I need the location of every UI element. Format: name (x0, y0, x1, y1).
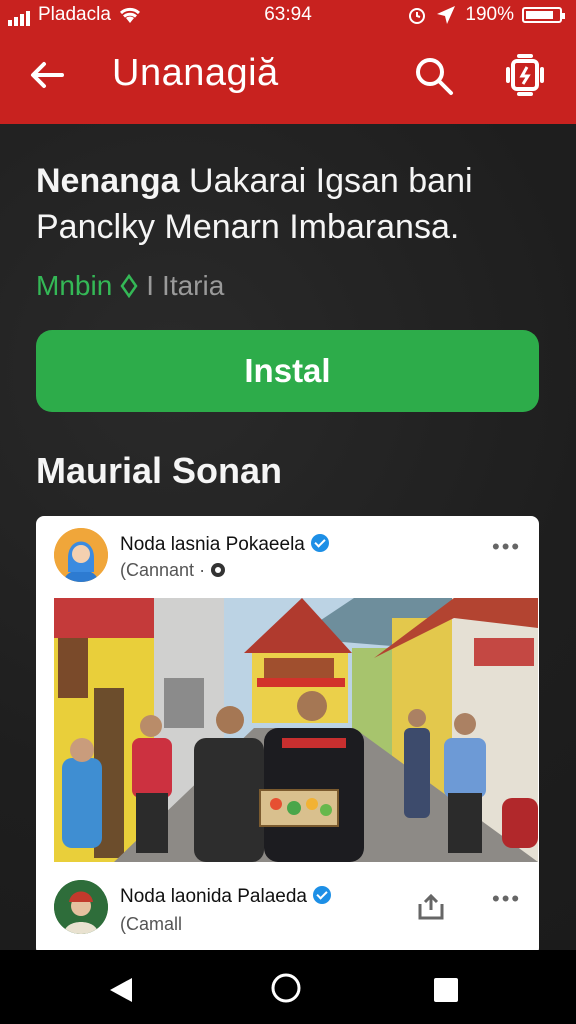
battery-fill (526, 11, 553, 19)
post-subtitle-text: (Cannant (120, 560, 195, 580)
avatar[interactable] (54, 880, 108, 934)
alarm-icon (409, 8, 426, 24)
clock-icon (211, 563, 226, 577)
battery-percent: 190% (465, 4, 514, 25)
more-options-icon[interactable]: ••• (492, 534, 521, 560)
battery-icon (522, 7, 565, 23)
section-title: Maurial Sonan (36, 450, 283, 491)
category-label[interactable]: Itaria (162, 270, 224, 302)
nav-back-icon[interactable] (108, 976, 136, 1004)
post-author-name[interactable]: Noda laonida Palaeda (120, 886, 331, 908)
meta-separator: I (146, 270, 155, 301)
post-author-name[interactable]: Noda lasnia Pokaeela (120, 534, 329, 556)
verified-badge-icon (313, 886, 331, 904)
post-subtitle: (Cannant · (120, 560, 226, 581)
share-icon[interactable] (416, 892, 446, 922)
location-arrow-icon (437, 6, 456, 24)
back-arrow-icon[interactable] (24, 52, 70, 98)
system-nav-bar (0, 950, 576, 1024)
avatar-person-icon (54, 880, 108, 934)
app-headline: Nenanga Uakarai Igsan bani Panclky Menar… (36, 158, 546, 250)
more-options-icon[interactable]: ••• (492, 886, 521, 912)
nav-recents-icon[interactable] (434, 978, 458, 1002)
search-icon[interactable] (412, 54, 456, 98)
leaf-icon (120, 274, 138, 298)
status-right: 190% (407, 4, 565, 26)
verified-badge-icon (310, 534, 329, 552)
install-button[interactable]: Instal (36, 330, 539, 412)
avatar-person-icon (54, 528, 108, 582)
developer-name[interactable]: Mnbin (36, 270, 112, 302)
post-author-text: Noda lasnia Pokaeela (120, 534, 305, 555)
nav-home-icon[interactable] (270, 972, 302, 1004)
social-post-card[interactable]: Noda lasnia Pokaeela (Cannant · ••• Noda… (36, 516, 539, 956)
app-bar-title: Unanagiă (112, 52, 279, 94)
post-author-text: Noda laonida Palaeda (120, 886, 307, 907)
post-photo[interactable] (54, 598, 538, 862)
settings-gear-icon[interactable] (502, 52, 548, 98)
headline-bold: Nenanga (36, 162, 180, 200)
app-meta: Mnbin I Itaria (36, 270, 224, 302)
status-bar: Pladacla 63:94 190% (0, 0, 576, 30)
post-subtitle: (Camall (120, 914, 183, 934)
app-bar: Unanagiă (0, 30, 576, 124)
avatar[interactable] (54, 528, 108, 582)
